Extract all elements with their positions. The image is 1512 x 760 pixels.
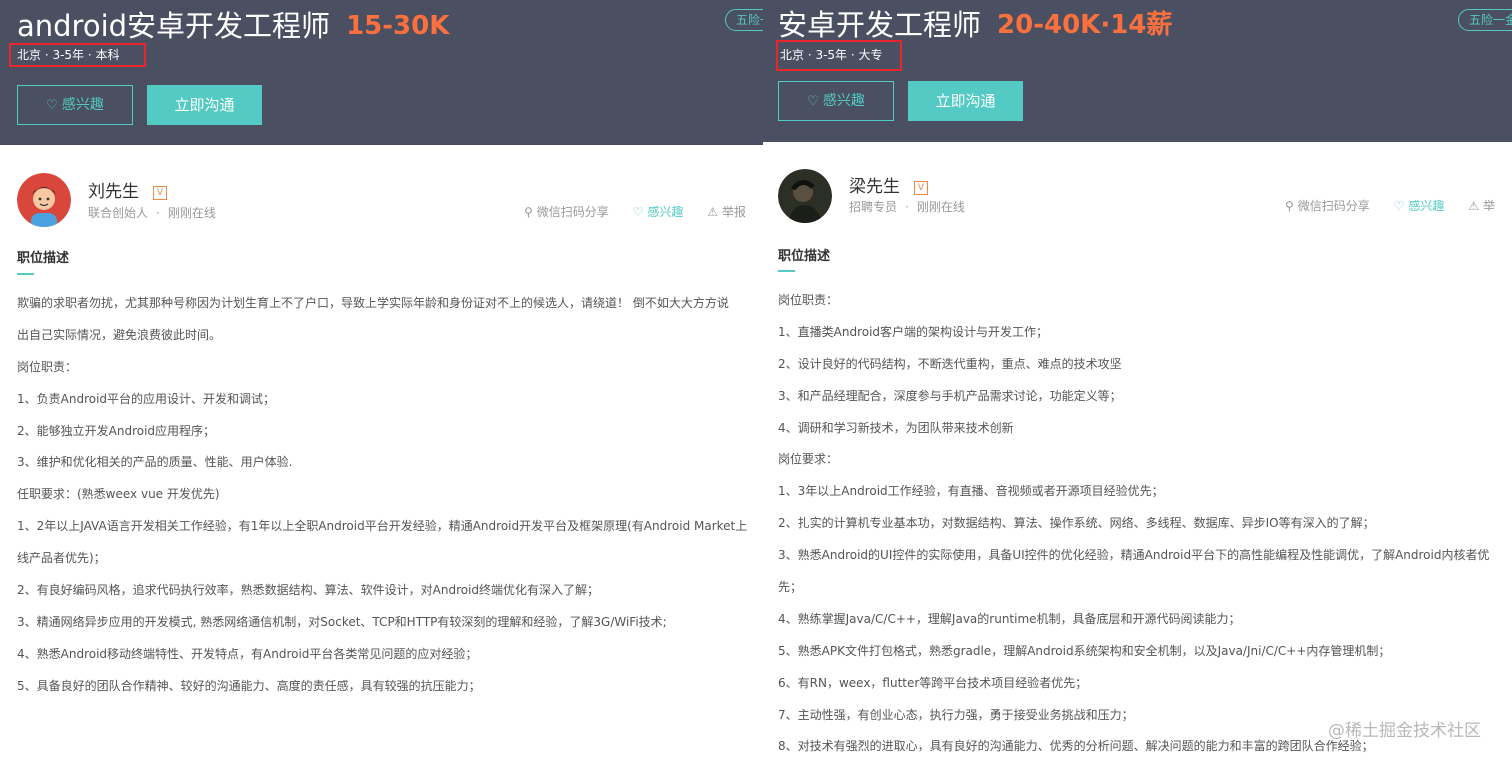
interest-button[interactable]: ♡ 感兴趣: [17, 85, 133, 125]
interest-label: 感兴趣: [647, 205, 684, 219]
job-actions: ⚲ 微信扫码分享 ♡ 感兴趣 ⚠ 举: [1285, 197, 1512, 214]
recruiter-subtitle: 联合创始人 · 刚刚在线: [88, 204, 216, 221]
section-underline: [778, 270, 795, 272]
recruiter-info: 梁先生 V 招聘专员 · 刚刚在线 ⚲ 微信扫码分享 ♡ 感兴趣 ⚠ 举: [763, 142, 1512, 232]
job-meta: 北京 · 3-5年 · 本科: [9, 43, 146, 67]
job-meta: 北京 · 3-5年 · 大专: [776, 40, 902, 71]
recruiter-status: 刚刚在线: [167, 206, 216, 220]
report-label: 举报: [722, 205, 747, 219]
description-line: 5、熟悉APK文件打包格式，熟悉gradle，理解Android系统架构和安全机…: [778, 643, 1391, 658]
description-line: 3、熟悉Android的UI控件的实际使用，具备UI控件的优化经验，精通Andr…: [778, 548, 1490, 563]
section-title: 职位描述: [17, 251, 70, 266]
verified-badge-icon: V: [914, 181, 928, 195]
interest-link[interactable]: ♡ 感兴趣: [1394, 197, 1445, 214]
description-line: 任职要求：(熟悉weex vue 开发优先): [17, 487, 220, 502]
benefit-tag[interactable]: 五险一金: [1458, 9, 1512, 31]
interest-button-label: 感兴趣: [61, 97, 104, 113]
description-line: 岗位职责：: [17, 359, 78, 374]
avatar[interactable]: [778, 169, 832, 223]
recruiter-role: 招聘专员: [849, 200, 898, 214]
job-header: 安卓开发工程师 20-40K·14薪 五险一金 北京 · 3-5年 · 大专 ♡ 感…: [763, 0, 1512, 142]
job-panel-right: 安卓开发工程师 20-40K·14薪 五险一金 北京 · 3-5年 · 大专 ♡ 感…: [763, 0, 1512, 760]
interest-label: 感兴趣: [1408, 199, 1445, 213]
separator-dot: ·: [905, 200, 909, 214]
share-label: 微信扫码分享: [536, 205, 609, 219]
job-title: android安卓开发工程师 15-30K: [17, 3, 449, 45]
verified-badge-icon: V: [153, 186, 167, 200]
report-label: 举: [1483, 199, 1496, 213]
salary: 15-30K: [346, 11, 450, 41]
description-line: 1、负责Android平台的应用设计、开发和调试；: [17, 391, 276, 406]
description-line: 3、精通网络异步应用的开发模式, 熟悉网络通信机制，对Socket、TCP和HT…: [17, 614, 667, 629]
interest-link[interactable]: ♡ 感兴趣: [633, 203, 684, 220]
description-line: 线产品者优先)；: [17, 551, 106, 566]
heart-icon: ♡: [807, 94, 819, 109]
heart-icon: ♡: [632, 205, 644, 219]
description-line: 3、维护和优化相关的产品的质量、性能、用户体验.: [17, 455, 293, 470]
job-header: android安卓开发工程师15-30K 五险一 北京 · 3-5年 · 本科 …: [0, 0, 763, 145]
warning-icon: ⚠: [1468, 199, 1480, 213]
interest-button[interactable]: ♡ 感兴趣: [778, 81, 894, 121]
warning-icon: ⚠: [707, 205, 719, 219]
description-line: 2、设计良好的代码结构，不断迭代重构，重点、难点的技术攻坚: [778, 356, 1122, 371]
heart-icon: ♡: [46, 98, 58, 113]
interest-button-label: 感兴趣: [822, 93, 865, 109]
link-icon: ⚲: [1285, 199, 1294, 213]
report-link[interactable]: ⚠ 举报: [707, 203, 746, 220]
benefit-tag[interactable]: 五险一: [725, 9, 763, 31]
description-line: 岗位职责：: [778, 293, 839, 307]
description-line: 4、调研和学习新技术，为团队带来技术创新: [778, 420, 1014, 435]
recruiter-role: 联合创始人: [88, 206, 149, 220]
job-description: 欺骗的求职者勿扰，尤其那种号称因为计划生育上不了户口，导致上学实际年龄和身份证对…: [17, 288, 757, 703]
description-line: 4、熟练掌握Java/C/C++，理解Java的runtime机制，具备底层和开…: [778, 611, 1241, 626]
separator-dot: ·: [156, 206, 160, 220]
description-line: 岗位要求：: [778, 452, 839, 467]
share-link[interactable]: ⚲ 微信扫码分享: [1285, 197, 1370, 214]
description-line: 6、有RN，weex，flutter等跨平台技术项目经验者优先；: [778, 675, 1088, 690]
description-line: 4、熟悉Android移动终端特性、开发特点，有Android平台各类常见问题的…: [17, 646, 478, 661]
recruiter-status: 刚刚在线: [916, 200, 965, 214]
report-link[interactable]: ⚠ 举: [1468, 197, 1495, 214]
description-line: 1、2年以上JAVA语言开发相关工作经验，有1年以上全职Android平台开发经…: [17, 519, 748, 534]
recruiter-name: 刘先生 V: [88, 177, 167, 202]
description-line: 2、扎实的计算机专业基本功，对数据结构、算法、操作系统、网络、多线程、数据库、异…: [778, 516, 1375, 531]
description-line: 1、3年以上Android工作经验，有直播、音视频或者开源项目经验优先；: [778, 484, 1164, 499]
description-line: 先；: [778, 580, 803, 595]
description-line: 出自己实际情况，避免浪费彼此时间。: [17, 327, 222, 342]
recruiter-name: 梁先生 V: [849, 172, 928, 197]
recruiter-info: 刘先生 V 联合创始人 · 刚刚在线 ⚲ 微信扫码分享 ♡ 感兴趣 ⚠ 举报: [0, 145, 763, 235]
description-line: 2、有良好编码风格，追求代码执行效率，熟悉数据结构、算法、软件设计，对Andro…: [17, 583, 600, 598]
salary: 20-40K·14薪: [997, 10, 1173, 40]
job-title-text: 安卓开发工程师: [778, 8, 982, 42]
avatar[interactable]: [17, 173, 71, 227]
job-description: 岗位职责： 1、直播类Android客户端的架构设计与开发工作； 2、设计良好的…: [778, 285, 1508, 760]
chat-now-button[interactable]: 立即沟通: [147, 85, 262, 125]
section-underline: [17, 273, 34, 275]
recruiter-subtitle: 招聘专员 · 刚刚在线: [849, 198, 965, 215]
section-title: 职位描述: [778, 249, 831, 264]
watermark: @稀土掘金技术社区: [1328, 721, 1481, 741]
description-line: 1、直播类Android客户端的架构设计与开发工作；: [778, 324, 1049, 339]
chat-now-button[interactable]: 立即沟通: [908, 81, 1023, 121]
job-title: 安卓开发工程师 20-40K·14薪: [778, 2, 1172, 44]
job-title-text: android安卓开发工程师: [17, 9, 331, 43]
description-line: 2、能够独立开发Android应用程序；: [17, 423, 216, 438]
description-line: 3、和产品经理配合，深度参与手机产品需求讨论，功能定义等；: [778, 388, 1122, 403]
recruiter-name-text: 刘先生: [88, 182, 139, 202]
job-panel-left: android安卓开发工程师15-30K 五险一 北京 · 3-5年 · 本科 …: [0, 0, 763, 760]
heart-icon: ♡: [1393, 199, 1405, 213]
recruiter-name-text: 梁先生: [849, 177, 900, 197]
share-link[interactable]: ⚲ 微信扫码分享: [524, 203, 609, 220]
job-actions: ⚲ 微信扫码分享 ♡ 感兴趣 ⚠ 举报: [524, 203, 763, 220]
link-icon: ⚲: [524, 205, 533, 219]
share-label: 微信扫码分享: [1297, 199, 1370, 213]
description-line: 5、具备良好的团队合作精神、较好的沟通能力、高度的责任感，具有较强的抗压能力；: [17, 678, 481, 693]
description-line: 欺骗的求职者勿扰，尤其那种号称因为计划生育上不了户口，导致上学实际年龄和身份证对…: [17, 296, 729, 310]
